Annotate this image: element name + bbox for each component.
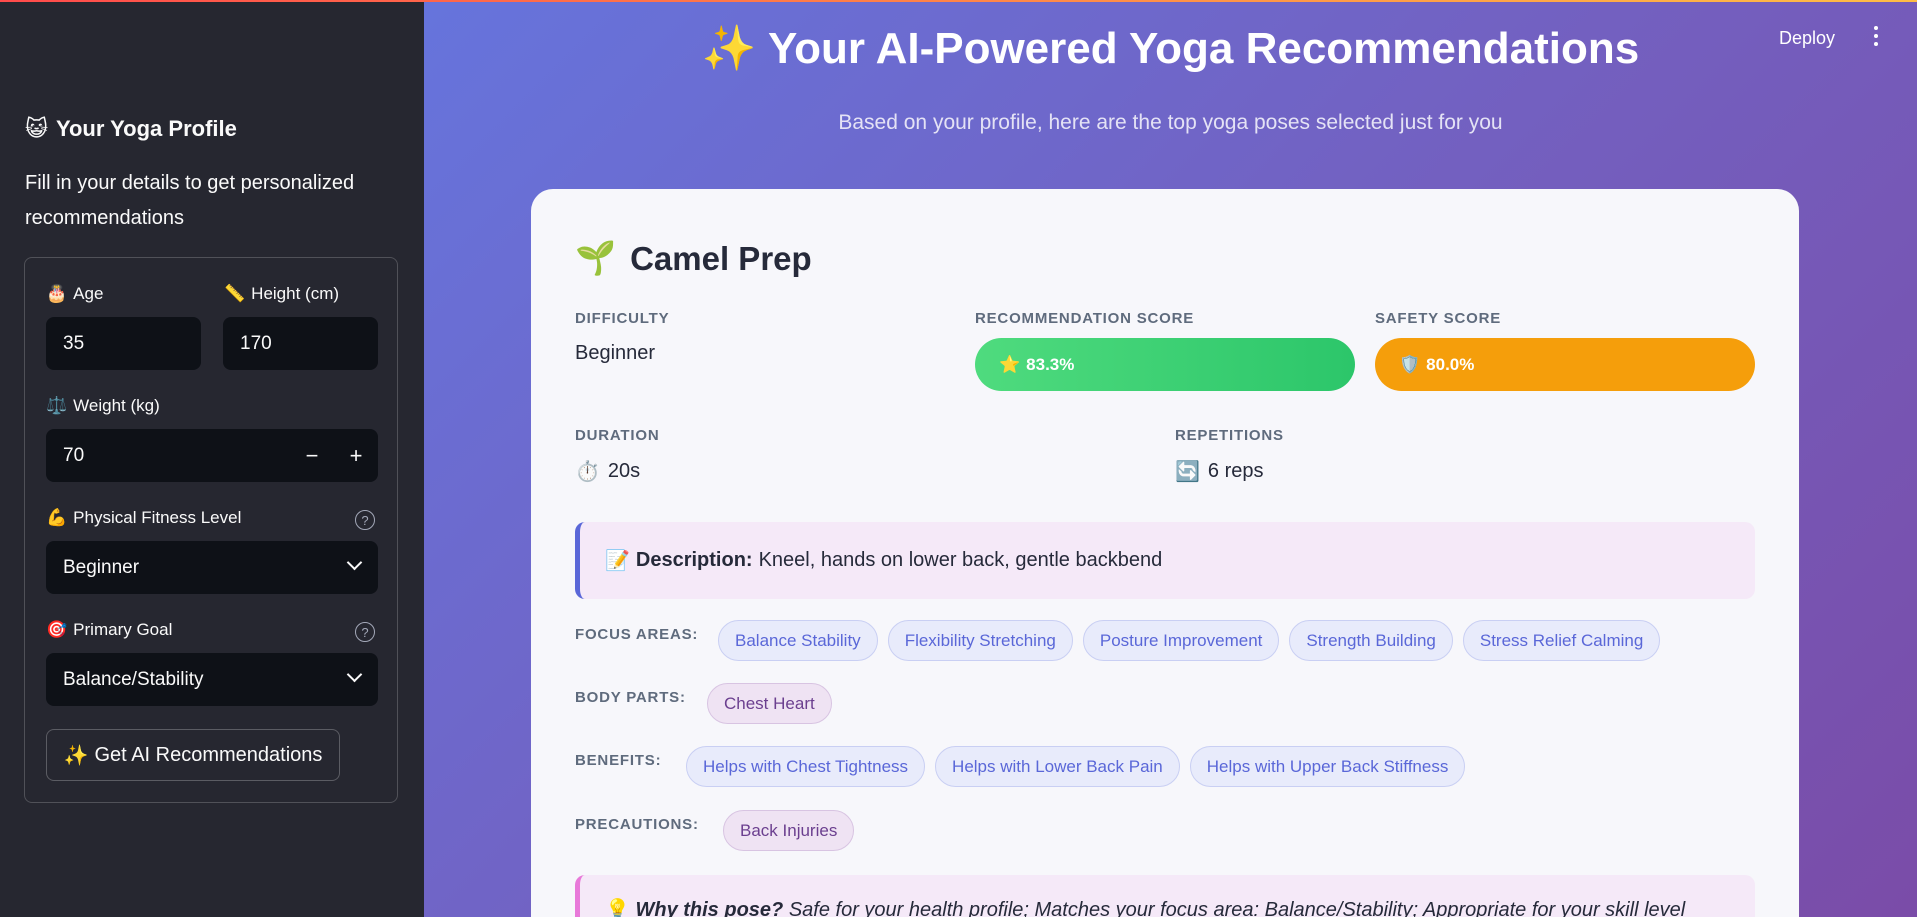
chevron-down-icon <box>346 554 363 571</box>
benefit-tag: Helps with Lower Back Pain <box>935 746 1180 787</box>
focus-area-tag: Posture Improvement <box>1082 620 1280 661</box>
recommendation-score-value: 83.3% <box>1026 354 1075 374</box>
benefits-label: BENEFITS: <box>575 752 662 769</box>
sidebar-title-text: Your Yoga Profile <box>55 116 237 141</box>
why-this-pose-box: 💡 Why this pose? Safe for your health pr… <box>575 875 1755 917</box>
goal-label: 🎯 Primary Goal <box>46 620 172 640</box>
seedling-icon: 🌱 <box>575 239 617 276</box>
fitness-label-text: Physical Fitness Level <box>73 508 242 527</box>
pose-title: 🌱 Camel Prep <box>575 239 812 278</box>
repetitions-value: 🔄 6 reps <box>1175 459 1264 484</box>
focus-area-tag: Strength Building <box>1289 620 1453 661</box>
sidebar: 😺 Your Yoga Profile Fill in your details… <box>0 0 424 917</box>
get-recommendations-button[interactable]: ✨ Get AI Recommendations <box>46 729 340 781</box>
height-label: 📏 Height (cm) <box>224 284 339 304</box>
focus-area-tag: Balance Stability <box>718 620 878 661</box>
main-content: Deploy ✨ Your AI-Powered Yoga Recommenda… <box>424 0 1917 917</box>
fitness-help-icon[interactable]: ? <box>355 510 375 530</box>
body-parts-label: BODY PARTS: <box>575 689 686 706</box>
safety-score-label: SAFETY SCORE <box>1375 310 1502 327</box>
light-bulb-icon: 💡 <box>605 899 630 917</box>
focus-areas-label: FOCUS AREAS: <box>575 626 699 643</box>
benefits-tags: Helps with Chest Tightness Helps with Lo… <box>686 746 1466 787</box>
body-part-tag: Chest Heart <box>707 683 832 724</box>
ruler-icon: 📏 <box>224 284 246 303</box>
get-recommendations-label: Get AI Recommendations <box>94 743 323 766</box>
precautions-tags: Back Injuries <box>723 810 855 851</box>
target-icon: 🎯 <box>46 620 68 639</box>
duration-value: ⏱️ 20s <box>575 459 640 484</box>
flexed-biceps-icon: 💪 <box>46 508 68 527</box>
weight-stepper[interactable]: 70 − + <box>46 429 378 482</box>
cat-face-icon: 😺 <box>25 116 48 141</box>
pose-card: 🌱 Camel Prep DIFFICULTY Beginner RECOMME… <box>531 189 1799 917</box>
body-parts-tags: Chest Heart <box>707 683 832 724</box>
benefit-tag: Helps with Upper Back Stiffness <box>1189 746 1466 787</box>
primary-goal-value: Balance/Stability <box>63 668 204 690</box>
height-input[interactable]: 170 <box>223 317 378 370</box>
shield-icon: 🛡️ <box>1399 354 1421 374</box>
focus-area-tag: Flexibility Stretching <box>887 620 1073 661</box>
why-text: Safe for your health profile; Matches yo… <box>788 899 1686 917</box>
sparkles-icon: ✨ <box>701 24 757 73</box>
stopwatch-icon: ⏱️ <box>575 461 600 483</box>
weight-decrement-button[interactable]: − <box>290 429 334 482</box>
height-value: 170 <box>240 332 272 354</box>
fitness-label: 💪 Physical Fitness Level <box>46 508 241 528</box>
top-accent-bar <box>0 0 1917 2</box>
recommendation-score-label: RECOMMENDATION SCORE <box>975 310 1195 327</box>
safety-score-value: 80.0% <box>1426 354 1475 374</box>
age-label-text: Age <box>73 284 104 303</box>
chevron-down-icon <box>346 666 363 683</box>
goal-help-icon[interactable]: ? <box>355 622 375 642</box>
weight-value: 70 <box>63 444 85 466</box>
fitness-level-value: Beginner <box>63 556 140 578</box>
sidebar-title: 😺 Your Yoga Profile <box>25 116 237 142</box>
sparkles-icon: ✨ <box>63 744 89 767</box>
cake-icon: 🎂 <box>46 284 68 303</box>
description-label: Description: <box>635 549 753 571</box>
description-box: 📝 Description: Kneel, hands on lower bac… <box>575 522 1755 599</box>
scale-icon: ⚖️ <box>46 396 68 415</box>
precautions-label: PRECAUTIONS: <box>575 816 699 833</box>
fitness-level-select[interactable]: Beginner <box>46 541 378 594</box>
pose-name: Camel Prep <box>630 239 812 277</box>
difficulty-value: Beginner <box>575 342 656 364</box>
age-input[interactable]: 35 <box>46 317 201 370</box>
weight-label-text: Weight (kg) <box>73 396 160 415</box>
height-label-text: Height (cm) <box>251 284 340 303</box>
repeat-icon: 🔄 <box>1175 461 1200 483</box>
sidebar-description: Fill in your details to get personalized… <box>25 172 355 229</box>
page-subtitle: Based on your profile, here are the top … <box>838 111 1503 134</box>
safety-score-bar: 🛡️ 80.0% <box>1375 338 1755 391</box>
benefit-tag: Helps with Chest Tightness <box>686 746 926 787</box>
profile-form: 🎂 Age 35 📏 Height (cm) 170 ⚖️ Weight (kg… <box>24 257 398 803</box>
memo-icon: 📝 <box>605 550 630 572</box>
precaution-tag: Back Injuries <box>723 810 855 851</box>
goal-label-text: Primary Goal <box>73 620 173 639</box>
repetitions-label: REPETITIONS <box>1175 427 1284 444</box>
why-label: Why this pose? <box>635 899 784 917</box>
page-title: ✨ Your AI-Powered Yoga Recommendations <box>424 22 1917 74</box>
page-title-text: Your AI-Powered Yoga Recommendations <box>768 24 1640 73</box>
recommendation-score-bar: ⭐ 83.3% <box>975 338 1355 391</box>
difficulty-label: DIFFICULTY <box>575 310 670 327</box>
duration-text: 20s <box>607 460 641 482</box>
duration-label: DURATION <box>575 427 660 444</box>
weight-label: ⚖️ Weight (kg) <box>46 396 160 416</box>
weight-increment-button[interactable]: + <box>334 429 378 482</box>
focus-areas-tags: Balance Stability Flexibility Stretching… <box>718 620 1661 661</box>
repetitions-text: 6 reps <box>1207 460 1264 482</box>
age-label: 🎂 Age <box>46 284 103 304</box>
description-text: Kneel, hands on lower back, gentle backb… <box>758 549 1163 571</box>
focus-area-tag: Stress Relief Calming <box>1462 620 1661 661</box>
age-value: 35 <box>63 332 85 354</box>
star-icon: ⭐ <box>999 354 1021 374</box>
primary-goal-select[interactable]: Balance/Stability <box>46 653 378 706</box>
